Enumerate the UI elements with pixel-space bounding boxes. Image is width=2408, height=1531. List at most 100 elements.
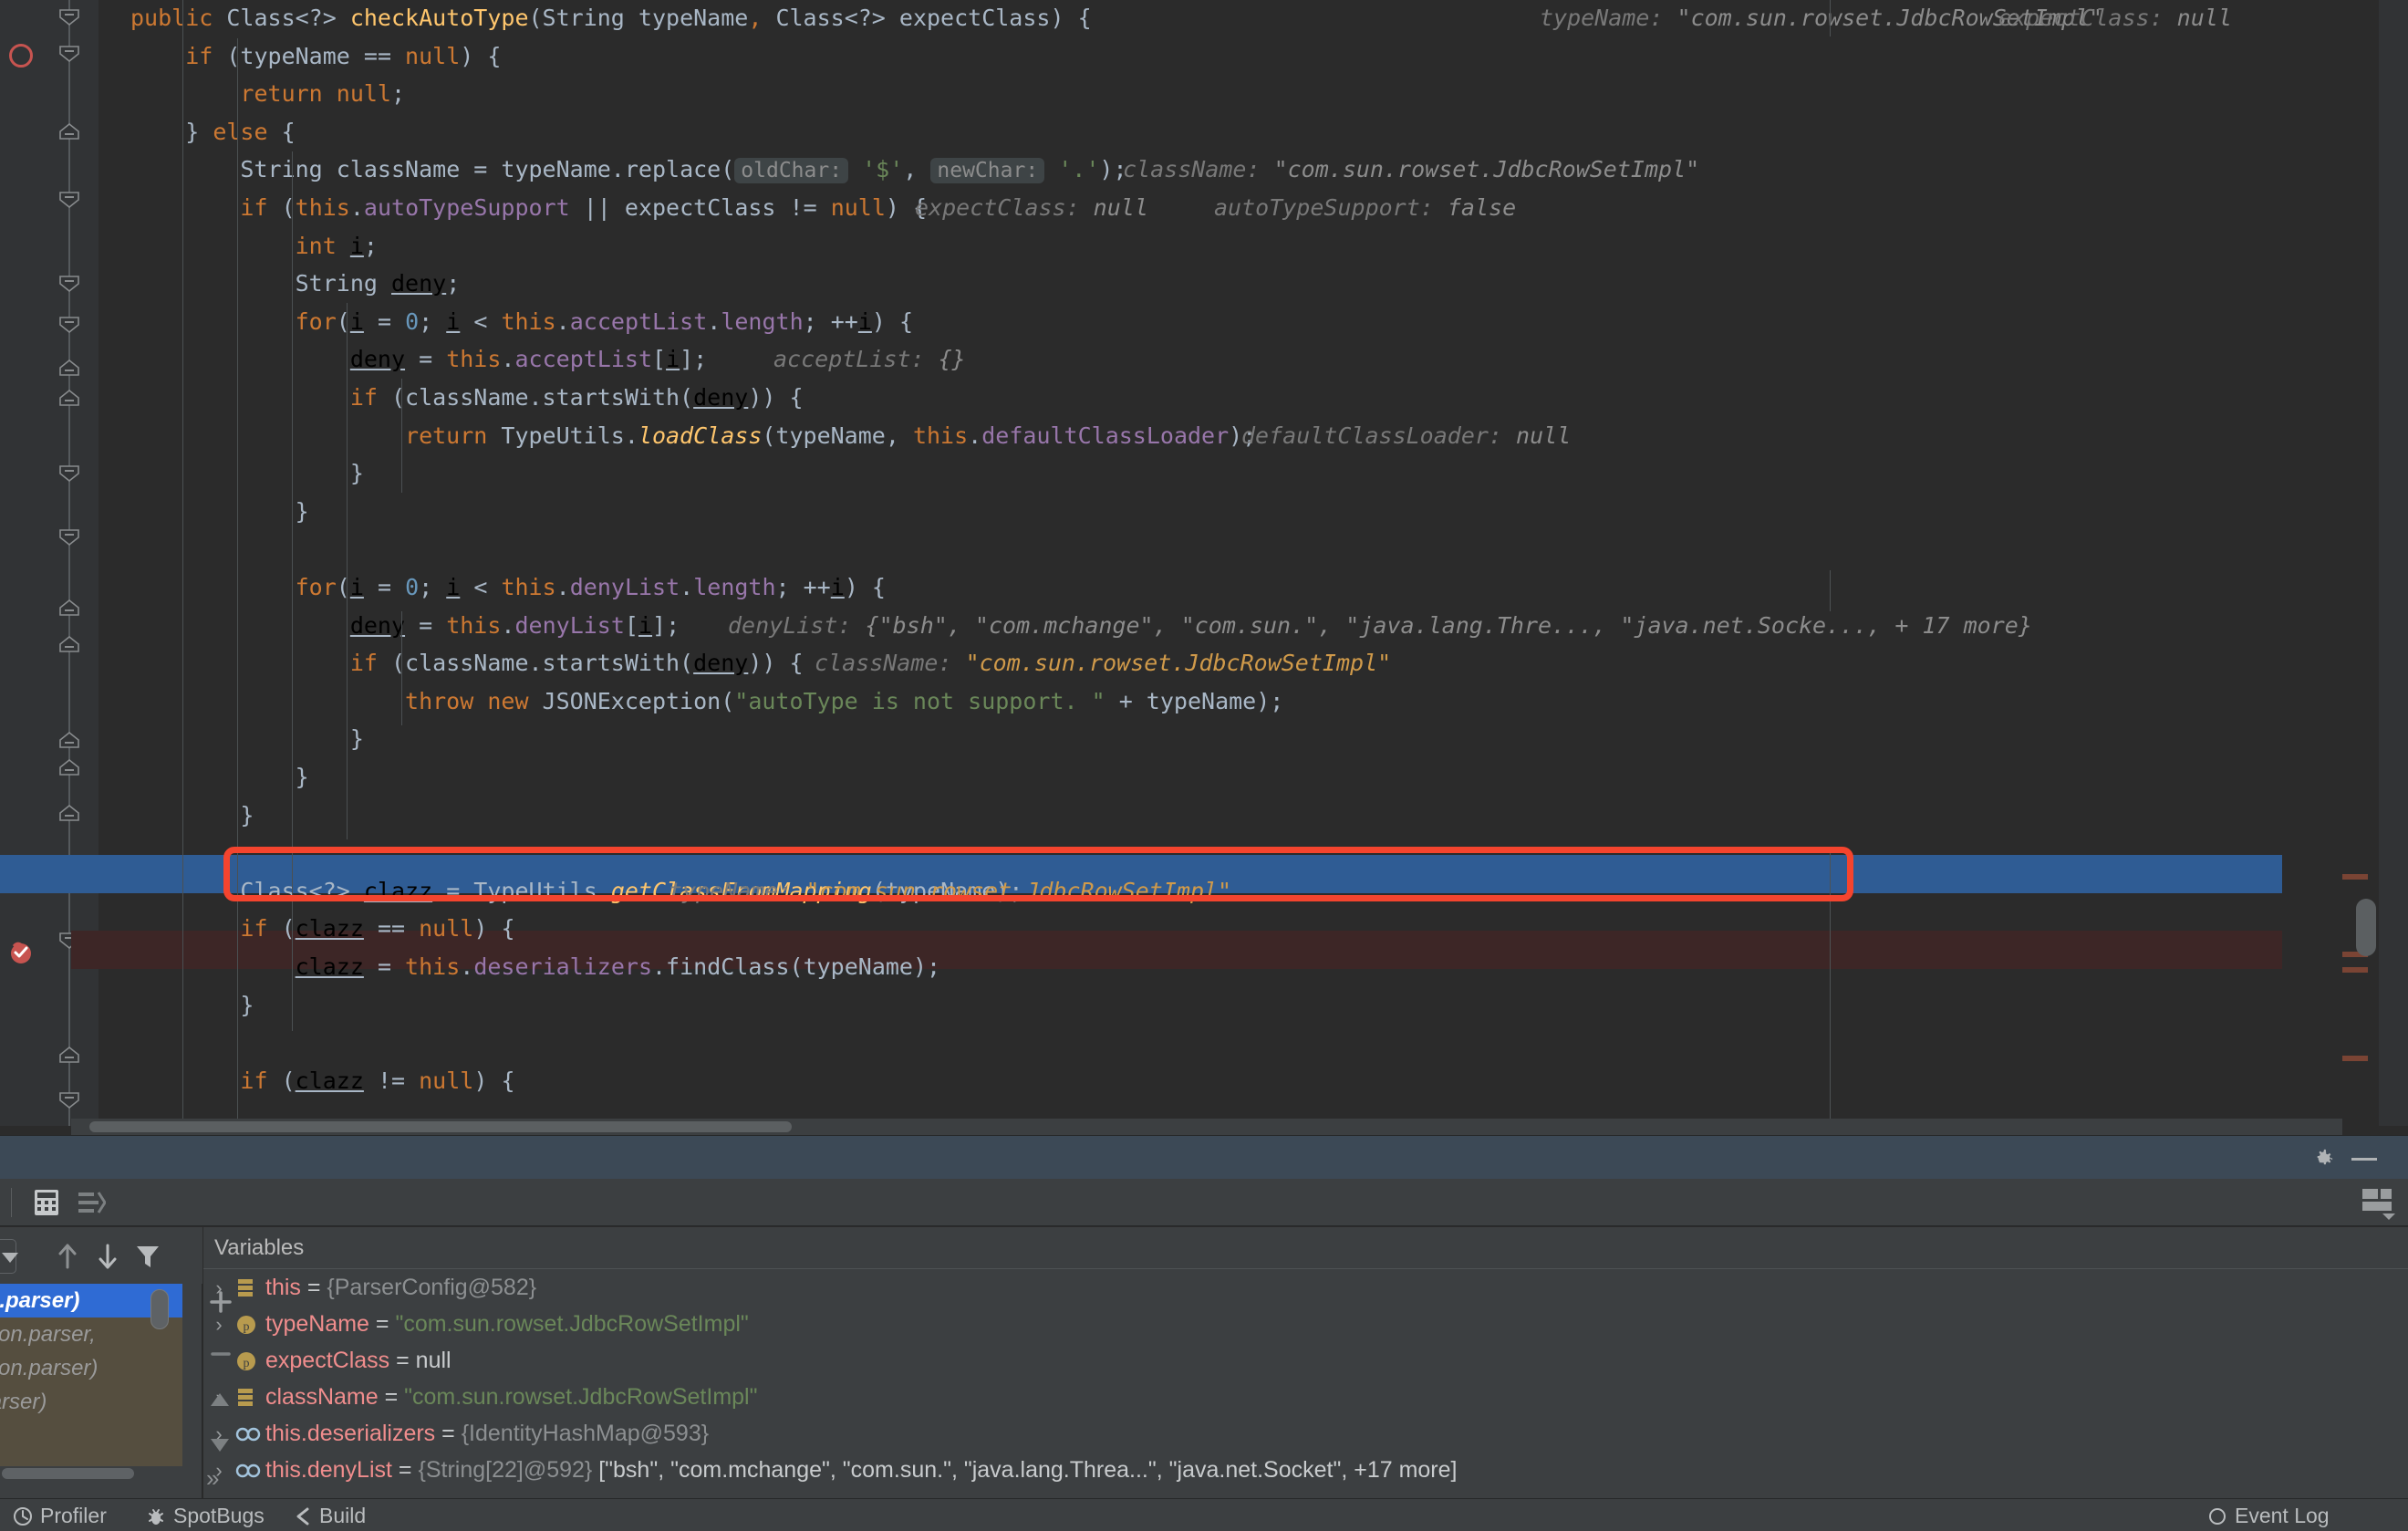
fold-collapsed-icon[interactable] <box>57 388 81 408</box>
inline-debug-hint: autoTypeSupport: false <box>1214 194 1517 221</box>
code-line[interactable]: } <box>130 759 2408 797</box>
chevron-down-icon[interactable] <box>2 1253 18 1263</box>
filter-icon[interactable] <box>135 1242 161 1271</box>
fold-expanded-icon[interactable] <box>57 315 81 335</box>
code-line[interactable]: } else { <box>130 114 2408 152</box>
breakpoint-verified-icon[interactable] <box>8 940 34 965</box>
fold-expanded-icon[interactable] <box>57 44 81 64</box>
chevrons-right-icon[interactable]: » <box>206 1464 219 1493</box>
fold-collapsed-icon[interactable] <box>57 803 81 823</box>
remove-watch-icon[interactable] <box>208 1341 234 1367</box>
calculator-icon[interactable] <box>34 1189 59 1216</box>
code-line[interactable]: if (typeName == null) { <box>130 38 2408 77</box>
code-line[interactable]: return null; <box>130 76 2408 114</box>
variable-row[interactable]: › p typeName = "com.sun.rowset.JdbcRowSetI… <box>203 1306 2408 1342</box>
status-item-event-log[interactable]: Event Log <box>2207 1504 2330 1528</box>
sort-lines-icon[interactable] <box>78 1191 106 1214</box>
code-line[interactable]: String className = typeName.replace(oldC… <box>130 151 2408 190</box>
code-line[interactable]: deny = this.acceptList[i]; acceptList: {} <box>130 341 2408 380</box>
code-text-layer[interactable]: public Class<?> checkAutoType(String typ… <box>130 0 2408 1126</box>
code-line[interactable]: clazz = this.deserializers.findClass(typ… <box>130 949 2408 987</box>
variable-row[interactable]: › this.deserializers = {IdentityHashMap@5… <box>203 1415 2408 1452</box>
code-line[interactable] <box>130 835 2408 873</box>
code-line[interactable] <box>130 531 2408 569</box>
code-line-text: } <box>295 764 309 790</box>
code-line[interactable]: throw new JSONException("autoType is not… <box>130 683 2408 722</box>
chevron-down-icon[interactable] <box>2382 1213 2395 1220</box>
code-line[interactable]: Class<?> clazz = TypeUtils.getClassFromM… <box>130 873 2408 911</box>
code-line-text: for(i = 0; i < this.acceptList.length; +… <box>295 307 914 335</box>
frame-list-item[interactable]: fastjson.parser) <box>0 1351 182 1385</box>
fold-expanded-icon[interactable] <box>57 274 81 294</box>
code-line[interactable]: } <box>130 797 2408 836</box>
code-line[interactable]: } <box>130 455 2408 494</box>
arrow-down-icon[interactable] <box>95 1242 120 1271</box>
minimize-icon[interactable] <box>2351 1158 2377 1161</box>
code-line[interactable]: deny = this.denyList[i]; denyList: {"bsh"… <box>130 608 2408 646</box>
variable-row[interactable]: ›className = "com.sun.rowset.JdbcRowSetI… <box>203 1379 2408 1415</box>
editor-horizontal-scrollbar-thumb[interactable] <box>89 1121 792 1132</box>
editor-vertical-scrollbar-thumb[interactable] <box>2356 899 2376 956</box>
fold-expanded-icon[interactable] <box>57 527 81 547</box>
variables-list[interactable]: › this = {ParserConfig@582} › p typeName = "… <box>203 1269 2408 1498</box>
code-line[interactable]: } <box>130 987 2408 1026</box>
watch-icon <box>234 1423 265 1445</box>
code-line[interactable]: if (clazz != null) { <box>130 1063 2408 1101</box>
variable-value: "com.sun.rowset.JdbcRowSetImpl" <box>395 1311 749 1337</box>
error-marker[interactable] <box>2342 874 2368 880</box>
code-line[interactable]: if (clazz == null) { <box>130 911 2408 949</box>
frame-list-item[interactable]: on.parser) <box>0 1385 182 1419</box>
frames-panel[interactable]: tjson.parser) fastjson.parser, fastjson.pa… <box>0 1227 202 1498</box>
code-line[interactable]: if (className.startsWith(deny)) {classNa… <box>130 645 2408 683</box>
code-line[interactable]: } <box>130 721 2408 759</box>
fold-collapsed-icon[interactable] <box>57 598 81 618</box>
fold-collapsed-icon[interactable] <box>57 757 81 777</box>
error-marker[interactable] <box>2342 1056 2368 1061</box>
variables-panel[interactable]: Variables › this = {ParserConfig@582} › p ty… <box>203 1227 2408 1498</box>
fold-expanded-icon[interactable] <box>57 7 81 27</box>
code-line[interactable]: int i; <box>130 228 2408 266</box>
fold-expanded-icon[interactable] <box>57 463 81 484</box>
fold-collapsed-icon[interactable] <box>57 1045 81 1065</box>
fold-expanded-icon[interactable] <box>57 1090 81 1110</box>
layout-settings-icon[interactable] <box>2362 1189 2392 1214</box>
code-line[interactable]: String deny; <box>130 266 2408 304</box>
fold-collapsed-icon[interactable] <box>57 634 81 654</box>
error-marker[interactable] <box>2342 967 2368 973</box>
variable-row[interactable]: › this = {ParserConfig@582} <box>203 1269 2408 1306</box>
code-line[interactable]: for(i = 0; i < this.acceptList.length; +… <box>130 304 2408 342</box>
code-line[interactable]: return TypeUtils.loadClass(typeName, thi… <box>130 418 2408 456</box>
variable-value: {IdentityHashMap@593} <box>461 1421 710 1446</box>
code-line[interactable]: if (className.startsWith(deny)) { <box>130 380 2408 418</box>
frames-toolbar <box>0 1227 202 1284</box>
status-item-spotbugs[interactable]: SpotBugs <box>146 1504 265 1528</box>
fold-collapsed-icon[interactable] <box>57 730 81 750</box>
code-line[interactable]: public Class<?> checkAutoType(String typ… <box>130 0 2408 38</box>
variable-row[interactable]: › this.denyList = {String[22]@592} ["bsh"… <box>203 1452 2408 1488</box>
watch-icon <box>235 1464 261 1478</box>
frames-horizontal-scrollbar-thumb[interactable] <box>2 1468 134 1479</box>
status-item-profiler[interactable]: Profiler <box>13 1504 107 1528</box>
variable-name: className <box>265 1384 379 1410</box>
gear-icon[interactable] <box>2310 1147 2334 1171</box>
parameter-icon: p <box>237 1316 255 1335</box>
code-line[interactable] <box>130 1025 2408 1063</box>
code-line[interactable]: if (this.autoTypeSupport || expectClass … <box>130 190 2408 228</box>
breakpoint-disabled-icon[interactable] <box>9 44 33 68</box>
move-down-icon[interactable] <box>208 1435 232 1455</box>
arrow-up-icon[interactable] <box>55 1242 80 1271</box>
status-item-build[interactable]: Build <box>292 1504 366 1528</box>
fold-collapsed-icon[interactable] <box>57 121 81 141</box>
fold-collapsed-icon[interactable] <box>57 358 81 378</box>
frames-vertical-scrollbar-thumb[interactable] <box>150 1289 169 1329</box>
move-up-icon[interactable] <box>208 1390 232 1410</box>
add-watch-icon[interactable] <box>208 1289 234 1315</box>
field-icon <box>234 1386 265 1410</box>
code-line[interactable]: } <box>130 494 2408 532</box>
inline-debug-hint: typeName: "com.sun.rowset.JdbcRowSetImpl… <box>669 877 1232 904</box>
fold-expanded-icon[interactable] <box>57 190 81 210</box>
code-line[interactable]: for(i = 0; i < this.denyList.length; ++i… <box>130 569 2408 608</box>
variable-name: this <box>265 1275 301 1300</box>
code-editor[interactable]: public Class<?> checkAutoType(String typ… <box>0 0 2408 1142</box>
variable-row[interactable]: ›pexpectClass = null <box>203 1342 2408 1379</box>
